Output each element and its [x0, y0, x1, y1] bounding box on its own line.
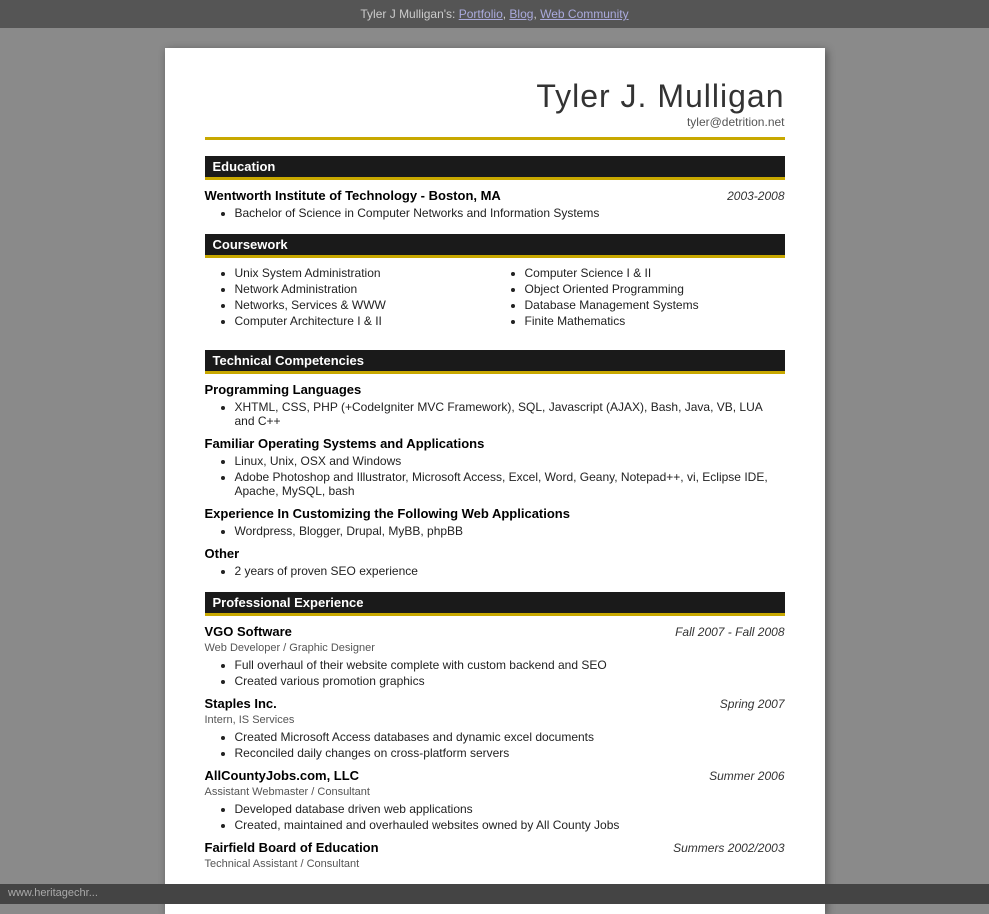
- competency-other: Other 2 years of proven SEO experience: [205, 546, 785, 578]
- education-section: Education Wentworth Institute of Technol…: [205, 156, 785, 220]
- job-fairfield-header: Fairfield Board of Education Summers 200…: [205, 840, 785, 855]
- topbar-sep1: ,: [503, 7, 510, 21]
- coursework-item-1: Unix System Administration: [235, 266, 495, 280]
- job-allcounty-company: AllCountyJobs.com, LLC: [205, 768, 360, 783]
- job-staples-header: Staples Inc. Spring 2007: [205, 696, 785, 711]
- competency-other-item-1: 2 years of proven SEO experience: [235, 564, 785, 578]
- competency-programming-item-1: XHTML, CSS, PHP (+CodeIgniter MVC Framew…: [235, 400, 785, 428]
- portfolio-link[interactable]: Portfolio: [459, 7, 503, 21]
- coursework-item-8: Finite Mathematics: [525, 314, 785, 328]
- job-allcounty-subtitle: Assistant Webmaster / Consultant: [205, 786, 785, 798]
- coursework-cols: Unix System Administration Network Admin…: [205, 266, 785, 336]
- job-allcounty-list: Developed database driven web applicatio…: [205, 802, 785, 832]
- job-vgo-item-1: Full overhaul of their website complete …: [235, 658, 785, 672]
- job-vgo-company: VGO Software: [205, 624, 292, 639]
- competency-webapps-list: Wordpress, Blogger, Drupal, MyBB, phpBB: [205, 524, 785, 538]
- job-vgo-list: Full overhaul of their website complete …: [205, 658, 785, 688]
- resume-name: Tyler J. Mulligan: [205, 78, 785, 115]
- competency-other-title: Other: [205, 546, 785, 561]
- resume-header: Tyler J. Mulligan tyler@detrition.net: [205, 78, 785, 140]
- job-allcounty: AllCountyJobs.com, LLC Summer 2006 Assis…: [205, 768, 785, 832]
- coursework-section: Coursework Unix System Administration Ne…: [205, 234, 785, 336]
- technical-header: Technical Competencies: [205, 350, 785, 374]
- competency-webapps-item-1: Wordpress, Blogger, Drupal, MyBB, phpBB: [235, 524, 785, 538]
- job-vgo-item-2: Created various promotion graphics: [235, 674, 785, 688]
- topbar-text: Tyler J Mulligan's:: [360, 7, 458, 21]
- coursework-item-5: Computer Science I & II: [525, 266, 785, 280]
- education-school: Wentworth Institute of Technology - Bost…: [205, 188, 501, 203]
- page-wrapper: Tyler J. Mulligan tyler@detrition.net Ed…: [0, 28, 989, 904]
- job-staples-dates: Spring 2007: [720, 697, 785, 711]
- education-list: Bachelor of Science in Computer Networks…: [205, 206, 785, 220]
- topbar-sep2: ,: [533, 7, 540, 21]
- resume-document: Tyler J. Mulligan tyler@detrition.net Ed…: [165, 48, 825, 914]
- job-allcounty-dates: Summer 2006: [709, 769, 784, 783]
- job-fairfield-dates: Summers 2002/2003: [673, 841, 784, 855]
- competency-webapps: Experience In Customizing the Following …: [205, 506, 785, 538]
- education-item-1: Bachelor of Science in Computer Networks…: [235, 206, 785, 220]
- job-staples: Staples Inc. Spring 2007 Intern, IS Serv…: [205, 696, 785, 760]
- competency-os-item-1: Linux, Unix, OSX and Windows: [235, 454, 785, 468]
- experience-header: Professional Experience: [205, 592, 785, 616]
- experience-section: Professional Experience VGO Software Fal…: [205, 592, 785, 870]
- job-vgo-subtitle: Web Developer / Graphic Designer: [205, 642, 785, 654]
- coursework-item-3: Networks, Services & WWW: [235, 298, 495, 312]
- coursework-header: Coursework: [205, 234, 785, 258]
- job-fairfield-company: Fairfield Board of Education: [205, 840, 379, 855]
- job-vgo: VGO Software Fall 2007 - Fall 2008 Web D…: [205, 624, 785, 688]
- technical-section: Technical Competencies Programming Langu…: [205, 350, 785, 578]
- education-dates: 2003-2008: [727, 189, 784, 203]
- coursework-item-7: Database Management Systems: [525, 298, 785, 312]
- coursework-col2: Computer Science I & II Object Oriented …: [495, 266, 785, 330]
- competency-os-item-2: Adobe Photoshop and Illustrator, Microso…: [235, 470, 785, 498]
- job-allcounty-item-1: Developed database driven web applicatio…: [235, 802, 785, 816]
- competency-os-title: Familiar Operating Systems and Applicati…: [205, 436, 785, 451]
- job-staples-subtitle: Intern, IS Services: [205, 714, 785, 726]
- bottom-bar-text: www.heritagechr...: [8, 887, 98, 899]
- webcommunity-link[interactable]: Web Community: [540, 7, 628, 21]
- competency-webapps-title: Experience In Customizing the Following …: [205, 506, 785, 521]
- job-staples-list: Created Microsoft Access databases and d…: [205, 730, 785, 760]
- job-fairfield-subtitle: Technical Assistant / Consultant: [205, 858, 785, 870]
- resume-email: tyler@detrition.net: [205, 115, 785, 129]
- job-vgo-dates: Fall 2007 - Fall 2008: [675, 625, 784, 639]
- competency-programming: Programming Languages XHTML, CSS, PHP (+…: [205, 382, 785, 428]
- job-vgo-header: VGO Software Fall 2007 - Fall 2008: [205, 624, 785, 639]
- job-allcounty-item-2: Created, maintained and overhauled websi…: [235, 818, 785, 832]
- job-fairfield: Fairfield Board of Education Summers 200…: [205, 840, 785, 870]
- competency-other-list: 2 years of proven SEO experience: [205, 564, 785, 578]
- education-header: Education: [205, 156, 785, 180]
- coursework-col1: Unix System Administration Network Admin…: [205, 266, 495, 330]
- competency-os: Familiar Operating Systems and Applicati…: [205, 436, 785, 498]
- coursework-item-4: Computer Architecture I & II: [235, 314, 495, 328]
- coursework-item-2: Network Administration: [235, 282, 495, 296]
- job-staples-company: Staples Inc.: [205, 696, 277, 711]
- coursework-item-6: Object Oriented Programming: [525, 282, 785, 296]
- job-staples-item-2: Reconciled daily changes on cross-platfo…: [235, 746, 785, 760]
- competency-programming-title: Programming Languages: [205, 382, 785, 397]
- competency-programming-list: XHTML, CSS, PHP (+CodeIgniter MVC Framew…: [205, 400, 785, 428]
- job-staples-item-1: Created Microsoft Access databases and d…: [235, 730, 785, 744]
- job-allcounty-header: AllCountyJobs.com, LLC Summer 2006: [205, 768, 785, 783]
- blog-link[interactable]: Blog: [509, 7, 533, 21]
- education-school-row: Wentworth Institute of Technology - Bost…: [205, 188, 785, 203]
- bottom-bar: www.heritagechr...: [0, 884, 989, 904]
- top-bar: Tyler J Mulligan's: Portfolio , Blog , W…: [0, 0, 989, 28]
- competency-os-list: Linux, Unix, OSX and Windows Adobe Photo…: [205, 454, 785, 498]
